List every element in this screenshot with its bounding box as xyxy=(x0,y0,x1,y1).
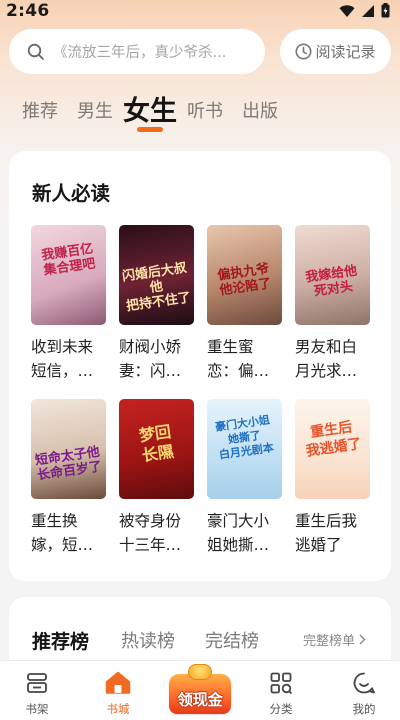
book-cover[interactable]: 豪门大小姐 她撕了 白月光剧本 xyxy=(207,399,282,499)
active-tab-indicator xyxy=(137,127,163,132)
book-item[interactable]: 豪门大小姐 她撕了 白月光剧本 豪门大小姐她撕… xyxy=(207,399,282,557)
book-title[interactable]: 重生后我逃婚了 xyxy=(295,509,370,557)
nav-label: 我的 xyxy=(352,702,376,716)
book-item[interactable]: 短命太子他 长命百岁了 重生换嫁，短… xyxy=(31,399,106,557)
clock-icon xyxy=(295,43,312,60)
cover-title: 重生后 我逃婚了 xyxy=(304,419,363,460)
reading-history-button[interactable]: 阅读记录 xyxy=(280,29,391,74)
chevron-right-icon xyxy=(359,634,366,645)
cover-title: 偏执九爷 他沦陷了 xyxy=(216,261,273,299)
search-input[interactable]: 《流放三年后，真少爷杀... xyxy=(9,29,265,74)
tab-recommend[interactable]: 推荐 xyxy=(22,97,58,123)
nav-label: 书架 xyxy=(25,702,49,716)
home-icon xyxy=(105,671,131,694)
tab-male[interactable]: 男生 xyxy=(77,97,113,123)
book-item[interactable]: 我嫁给他 死对头 男友和白月光求… xyxy=(295,225,370,383)
book-title[interactable]: 财阀小娇妻：闪… xyxy=(119,335,194,383)
book-cover[interactable]: 短命太子他 长命百岁了 xyxy=(31,399,106,499)
book-title[interactable]: 重生换嫁，短… xyxy=(31,509,106,557)
book-title[interactable]: 被夺身份十三年… xyxy=(119,509,194,557)
claim-cash-label: 领现金 xyxy=(177,691,223,709)
tab-hot-rank[interactable]: 热读榜 xyxy=(121,627,175,653)
status-icons xyxy=(339,3,390,18)
tab-recommend-rank[interactable]: 推荐榜 xyxy=(32,627,89,654)
signal-icon xyxy=(362,4,374,17)
full-ranking-link[interactable]: 完整榜单 xyxy=(303,630,366,649)
bookshelf-icon xyxy=(27,673,47,693)
book-cover[interactable]: 重生后 我逃婚了 xyxy=(295,399,370,499)
status-bar: 2:46 xyxy=(0,0,400,24)
cover-title: 短命太子他 长命百岁了 xyxy=(34,444,103,484)
book-cover[interactable]: 偏执九爷 他沦陷了 xyxy=(207,225,282,325)
book-item[interactable]: 闪婚后大叔他 把持不住了 财阀小娇妻：闪… xyxy=(119,225,194,383)
tab-publishing[interactable]: 出版 xyxy=(242,97,278,123)
tab-audiobook[interactable]: 听书 xyxy=(187,97,223,123)
new-reader-section: 新人必读 我赚百亿 集合理吧 收到未来短信，… 闪婚后大叔他 把持不住了 财阀小… xyxy=(9,151,391,581)
book-item[interactable]: 偏执九爷 他沦陷了 重生蜜恋：偏… xyxy=(207,225,282,383)
section-title: 新人必读 xyxy=(32,182,111,205)
book-item[interactable]: 我赚百亿 集合理吧 收到未来短信，… xyxy=(31,225,106,383)
book-cover[interactable]: 梦回 长隰 xyxy=(119,399,194,499)
cash-icon xyxy=(188,664,212,680)
full-ranking-label: 完整榜单 xyxy=(303,634,356,649)
nav-bookshelf[interactable]: 书架 xyxy=(7,671,67,717)
cover-title: 我嫁给他 死对头 xyxy=(304,263,359,300)
nav-bookstore[interactable]: 书城 xyxy=(88,671,148,717)
book-item[interactable]: 梦回 长隰 被夺身份十三年… xyxy=(119,399,194,557)
cover-title: 梦回 长隰 xyxy=(137,421,175,466)
cover-title: 我赚百亿 集合理吧 xyxy=(40,241,97,279)
book-title[interactable]: 重生蜜恋：偏… xyxy=(207,335,282,383)
nav-label: 书城 xyxy=(106,702,130,716)
book-cover[interactable]: 闪婚后大叔他 把持不住了 xyxy=(119,225,194,325)
nav-label: 分类 xyxy=(269,702,293,716)
book-title[interactable]: 豪门大小姐她撕… xyxy=(207,509,282,557)
book-title[interactable]: 男友和白月光求… xyxy=(295,335,370,383)
reading-history-label: 阅读记录 xyxy=(315,43,376,61)
tab-finished-rank[interactable]: 完结榜 xyxy=(205,627,259,653)
tab-female[interactable]: 女生 xyxy=(123,89,177,128)
cover-title: 豪门大小姐 她撕了 白月光剧本 xyxy=(214,413,275,462)
category-icon xyxy=(270,672,293,695)
book-cover[interactable]: 我嫁给他 死对头 xyxy=(295,225,370,325)
status-time: 2:46 xyxy=(6,1,50,21)
nav-profile[interactable]: 我的 xyxy=(334,671,394,717)
wifi-icon xyxy=(339,4,355,17)
nav-category[interactable]: 分类 xyxy=(251,671,311,717)
search-icon xyxy=(27,43,44,60)
claim-cash-button[interactable]: 领现金 xyxy=(169,664,231,714)
battery-icon xyxy=(381,3,390,18)
search-placeholder: 《流放三年后，真少爷杀... xyxy=(53,45,227,61)
cover-title: 闪婚后大叔他 把持不住了 xyxy=(121,260,192,315)
book-item[interactable]: 重生后 我逃婚了 重生后我逃婚了 xyxy=(295,399,370,557)
book-cover[interactable]: 我赚百亿 集合理吧 xyxy=(31,225,106,325)
profile-icon xyxy=(353,672,375,694)
book-title[interactable]: 收到未来短信，… xyxy=(31,335,106,383)
